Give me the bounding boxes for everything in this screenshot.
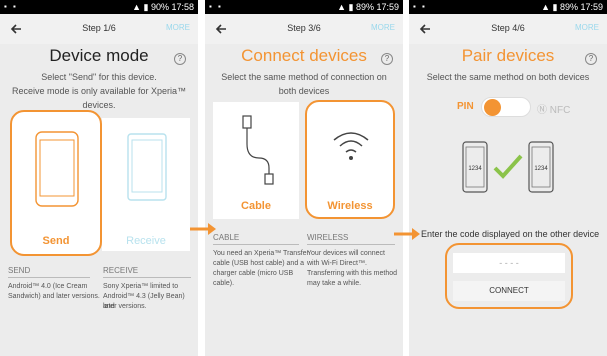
enter-code-instruction: Enter the code displayed on the other de…	[421, 229, 600, 239]
battery-level: 90%	[150, 2, 169, 12]
more-button[interactable]: MORE	[166, 23, 190, 32]
pairing-input-group: - - - - CONNECT	[445, 243, 573, 309]
subtitle-line-1: Select the same method of connection on	[221, 72, 387, 82]
battery-level: 89%	[355, 2, 374, 12]
right-phone-code: 1234	[534, 166, 548, 172]
pin-label: PIN	[457, 101, 474, 112]
wireless-desc-2: with Wi-Fi Direct™.	[307, 260, 367, 267]
subtitle-line-2: both devices	[278, 86, 330, 96]
nfc-text: NFC	[549, 105, 571, 116]
notification-icons: ▪ ▪	[413, 2, 427, 11]
subtitle-line-1: Select "Send" for this device.	[41, 72, 157, 82]
send-option[interactable]: Send	[10, 110, 102, 256]
nfc-icon: Ⓝ	[537, 105, 550, 116]
app-bar: Step 3/6 MORE	[205, 14, 403, 44]
arrow-right-icon	[190, 223, 216, 235]
toggle-knob	[484, 99, 501, 116]
help-icon[interactable]: ?	[174, 53, 186, 65]
page-title: Connect devices	[241, 46, 367, 65]
cable-desc-1: You need an Xperia™ Transfer	[213, 250, 309, 257]
wireless-header: WIRELESS	[307, 233, 395, 245]
status-bar: ▪ ▪ ▲ ▮ 89% 17:59	[409, 0, 607, 14]
cable-option[interactable]: Cable	[213, 102, 299, 219]
wireless-label: Wireless	[327, 200, 373, 212]
page-title: Device mode	[49, 46, 149, 65]
send-label: Send	[42, 235, 70, 247]
status-right: ▲ ▮ 89% 17:59	[337, 2, 399, 12]
panel-connect-devices: ▪ ▪ ▲ ▮ 89% 17:59 Step 3/6 MORE Connect …	[205, 0, 403, 356]
subtitle-line-2: Receive mode is only available for Xperi…	[11, 86, 187, 96]
left-phone-code: 1234	[468, 166, 482, 172]
receive-desc-3: later versions.	[103, 303, 147, 310]
more-button[interactable]: MORE	[371, 23, 395, 32]
usb-cable-icon	[242, 115, 274, 185]
notification-icons: ▪ ▪	[209, 2, 223, 11]
cable-desc-2: cable (USB host cable) and a	[213, 260, 305, 267]
nfc-label: Ⓝ NFC	[537, 101, 570, 116]
battery-level: 89%	[559, 2, 578, 12]
help-icon[interactable]: ?	[381, 53, 393, 65]
send-desc-2: Sandwich) and later versions.	[8, 293, 100, 300]
pin-nfc-toggle[interactable]	[481, 97, 531, 117]
phones-paired-illustration: 1234 1234	[462, 141, 554, 193]
wireless-option[interactable]: Wireless	[305, 100, 395, 219]
page-title: Pair devices	[461, 46, 555, 65]
wifi-icon	[333, 132, 369, 160]
check-icon	[493, 154, 523, 179]
code-input[interactable]: - - - -	[453, 253, 565, 273]
status-right: ▲ ▮ 90% 17:58	[132, 2, 194, 12]
cable-desc-4: cable).	[213, 280, 235, 287]
wireless-desc-1: Your devices will connect	[307, 250, 385, 257]
wireless-desc-4: may take a while.	[307, 280, 362, 287]
status-bar: ▪ ▪ ▲ ▮ 90% 17:58	[0, 0, 198, 14]
cable-header: CABLE	[213, 233, 299, 245]
right-phone-icon: 1234	[528, 141, 554, 193]
cable-label: Cable	[241, 200, 271, 212]
notification-icons: ▪ ▪	[4, 2, 18, 11]
status-bar: ▪ ▪ ▲ ▮ 89% 17:59	[205, 0, 403, 14]
send-desc-1: Android™ 4.0 (Ice Cream	[8, 283, 88, 290]
clock: 17:58	[171, 2, 194, 12]
wireless-desc-3: Transferring with this method	[307, 270, 397, 277]
receive-label: Receive	[126, 235, 166, 247]
more-button[interactable]: MORE	[575, 23, 599, 32]
connect-button[interactable]: CONNECT	[453, 281, 565, 301]
arrow-right-icon	[394, 228, 420, 240]
receive-desc-1: Sony Xperia™ limited to	[103, 283, 179, 290]
receive-option[interactable]: Receive	[102, 118, 190, 251]
app-bar: Step 1/6 MORE	[0, 14, 198, 44]
left-phone-icon: 1234	[462, 141, 488, 193]
phone-icon	[35, 131, 79, 207]
app-bar: Step 4/6 MORE	[409, 14, 607, 44]
status-right: ▲ ▮ 89% 17:59	[541, 2, 603, 12]
send-header: SEND	[8, 266, 90, 278]
receive-header: RECEIVE	[103, 266, 191, 278]
cable-desc-3: charger cable (micro USB	[213, 270, 294, 277]
phone-icon	[127, 133, 167, 201]
subtitle: Select the same method on both devices	[426, 72, 590, 82]
panel-device-mode: ▪ ▪ ▲ ▮ 90% 17:58 Step 1/6 MORE Device m…	[0, 0, 198, 356]
clock: 17:59	[376, 2, 399, 12]
help-icon[interactable]: ?	[585, 53, 597, 65]
panel-pair-devices: ▪ ▪ ▲ ▮ 89% 17:59 Step 4/6 MORE Pair dev…	[409, 0, 607, 356]
clock: 17:59	[580, 2, 603, 12]
